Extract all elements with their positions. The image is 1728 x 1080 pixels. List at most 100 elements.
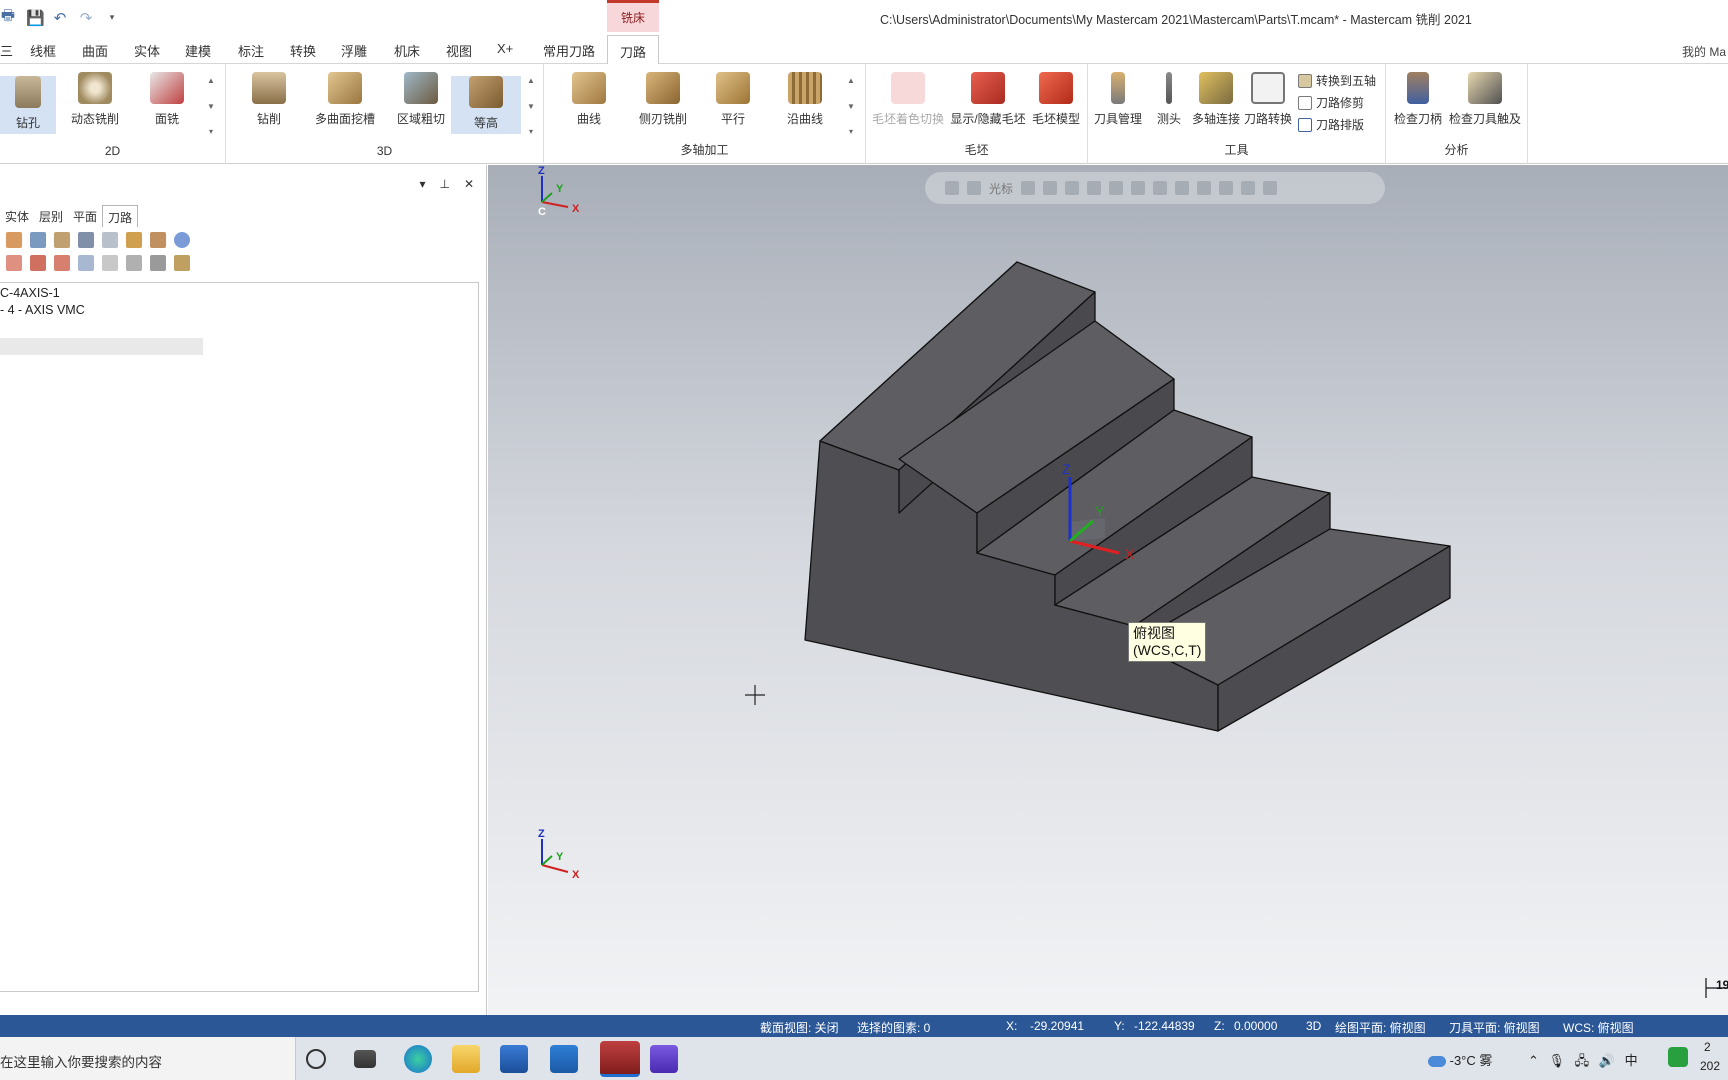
clock-time[interactable]: 2 bbox=[1704, 1040, 1711, 1054]
file-explorer-icon[interactable] bbox=[452, 1045, 480, 1073]
close-icon[interactable]: ✕ bbox=[464, 177, 474, 191]
stock-model-button[interactable]: 毛坯模型 bbox=[1028, 72, 1084, 127]
bottom-gnomon-z-label: Z bbox=[538, 828, 545, 840]
wcs-status[interactable]: WCS: 俯视图 bbox=[1563, 1019, 1634, 1036]
stock-shading-toggle-button[interactable]: 毛坯着色切换 bbox=[870, 72, 946, 127]
redo-icon[interactable]: ↷ bbox=[78, 9, 94, 27]
tab-toolpaths[interactable]: 刀路 bbox=[607, 35, 660, 65]
select-icon[interactable] bbox=[78, 255, 94, 271]
check-tool-reach-button[interactable]: 检查刀具触及 bbox=[1446, 72, 1524, 127]
cplane-status[interactable]: 绘图平面: 俯视图 bbox=[1335, 1019, 1426, 1036]
gallery-2d-scroll[interactable]: ▲ ▼ ▾ bbox=[204, 76, 218, 136]
display-toggle-icon[interactable] bbox=[126, 255, 142, 271]
tplane-status[interactable]: 刀具平面: 俯视图 bbox=[1449, 1019, 1540, 1036]
tab-transform[interactable]: 转换 bbox=[290, 41, 316, 60]
g1-icon[interactable] bbox=[102, 232, 118, 248]
save-icon[interactable]: 💾 bbox=[26, 9, 45, 27]
toolpath-transform-icon bbox=[1251, 72, 1285, 104]
panel-dropdown-icon[interactable]: ▾ bbox=[419, 177, 425, 191]
verify-icon[interactable] bbox=[126, 232, 142, 248]
microphone-icon[interactable]: 🎙 bbox=[1549, 1053, 1566, 1068]
store-icon[interactable] bbox=[500, 1045, 528, 1073]
account-label[interactable]: 我的 Ma bbox=[1682, 43, 1726, 60]
multiaxis-linking-button[interactable]: 多轴连接 bbox=[1188, 72, 1244, 127]
tab-modeling[interactable]: 建模 bbox=[185, 41, 211, 60]
app-s-tray-icon[interactable] bbox=[1668, 1047, 1688, 1067]
tab-relief[interactable]: 浮雕 bbox=[341, 41, 367, 60]
post-icon[interactable] bbox=[150, 232, 166, 248]
pin-icon[interactable]: ⊥ bbox=[439, 177, 449, 191]
tab-xplus[interactable]: X+ bbox=[497, 41, 513, 56]
tab-view[interactable]: 视图 bbox=[446, 41, 472, 60]
top-gnomon-c-label: C bbox=[538, 206, 546, 218]
help-icon[interactable] bbox=[174, 232, 190, 248]
plunge-button[interactable]: 钻削 bbox=[236, 72, 302, 127]
drill-button[interactable]: 钻孔 bbox=[0, 76, 56, 134]
post-toggle-icon[interactable] bbox=[150, 255, 166, 271]
swarf-button[interactable]: 侧刃铣削 bbox=[628, 72, 698, 127]
tab-planes-manager[interactable]: 平面 bbox=[68, 205, 102, 227]
regenerate-dirty-icon[interactable] bbox=[54, 232, 70, 248]
parallel-button[interactable]: 平行 bbox=[700, 72, 766, 127]
convert-to-5axis-button[interactable]: 转换到五轴 bbox=[1298, 72, 1376, 89]
backplot-icon[interactable] bbox=[78, 232, 94, 248]
section-view-status[interactable]: 截面视图: 关闭 bbox=[760, 1019, 839, 1036]
app-launcher-icon[interactable] bbox=[650, 1045, 678, 1073]
select-all-ops-icon[interactable] bbox=[6, 232, 22, 248]
tab-common-toolpaths[interactable]: 常用刀路 bbox=[543, 41, 595, 60]
task-view-icon[interactable] bbox=[354, 1050, 376, 1068]
edge-browser-icon[interactable] bbox=[404, 1045, 432, 1073]
mastercam-taskbar-icon[interactable] bbox=[600, 1041, 640, 1077]
gallery-3d-scroll[interactable]: ▲ ▼ ▾ bbox=[524, 76, 538, 136]
mail-icon[interactable] bbox=[550, 1045, 578, 1073]
curve-button[interactable]: 曲线 bbox=[556, 72, 622, 127]
tab-wireframe[interactable]: 线框 bbox=[30, 41, 56, 60]
along-curve-button[interactable]: 沿曲线 bbox=[772, 72, 838, 127]
toolpath-transform-button[interactable]: 刀路转换 bbox=[1240, 72, 1296, 127]
chevron-up-icon[interactable]: ⌃ bbox=[1528, 1053, 1539, 1068]
move-down-icon[interactable] bbox=[54, 255, 70, 271]
tool-manager-button[interactable]: 刀具管理 bbox=[1088, 72, 1148, 127]
tab-solids-manager[interactable]: 实体 bbox=[0, 205, 34, 227]
print-icon[interactable]: 🖶 bbox=[0, 5, 16, 30]
insert-arrow-icon[interactable] bbox=[30, 255, 46, 271]
probe-button[interactable]: 测头 bbox=[1144, 72, 1194, 127]
nesting-button[interactable]: 刀路排版 bbox=[1298, 116, 1364, 133]
tab-machine[interactable]: 机床 bbox=[394, 41, 420, 60]
lock-icon[interactable] bbox=[102, 255, 118, 271]
tree-selection-highlight bbox=[0, 338, 203, 355]
face-mill-button[interactable]: 面铣 bbox=[134, 72, 200, 127]
graphics-viewport[interactable]: 光标 Z X Y C Z X Y Z X Y 19 俯视图 (WCS,C,T) bbox=[488, 165, 1728, 1015]
area-roughing-button[interactable]: 区域粗切 bbox=[386, 72, 456, 127]
tab-levels-manager[interactable]: 层别 bbox=[34, 205, 68, 227]
volume-icon[interactable]: 🔊 bbox=[1599, 1053, 1615, 1068]
waterline-button[interactable]: 等高 bbox=[451, 76, 521, 134]
multi-surface-pocket-button[interactable]: 多曲面挖槽 bbox=[308, 72, 382, 127]
machine-group-item[interactable]: C-4AXIS-1 bbox=[0, 286, 60, 300]
trim-toolpath-button[interactable]: 刀路修剪 bbox=[1298, 94, 1364, 111]
ime-indicator[interactable]: 中 bbox=[1625, 1053, 1638, 1068]
show-hide-stock-button[interactable]: 显示/隐藏毛坯 bbox=[948, 72, 1028, 127]
dynamic-mill-button[interactable]: 动态铣削 bbox=[60, 72, 130, 127]
cortana-icon[interactable] bbox=[306, 1049, 326, 1069]
weather-icon[interactable] bbox=[1428, 1056, 1446, 1068]
gallery-multiaxis-scroll[interactable]: ▲ ▼ ▾ bbox=[844, 76, 858, 136]
tab-file[interactable]: 三 bbox=[0, 41, 13, 60]
taskbar-search-box[interactable]: 在这里输入你要搜索的内容 bbox=[0, 1037, 296, 1080]
ops-filter-icon[interactable] bbox=[174, 255, 190, 271]
move-up-icon[interactable] bbox=[6, 255, 22, 271]
tab-surfaces[interactable]: 曲面 bbox=[82, 41, 108, 60]
qat-dropdown-icon[interactable]: ▾ bbox=[104, 12, 120, 23]
z-coord-value[interactable]: 0.00000 bbox=[1234, 1019, 1277, 1033]
undo-icon[interactable]: ↶ bbox=[52, 9, 68, 27]
tab-dimensions[interactable]: 标注 bbox=[238, 41, 264, 60]
weather-text[interactable]: -3°C 雾 bbox=[1450, 1053, 1493, 1068]
tab-solids[interactable]: 实体 bbox=[134, 41, 160, 60]
check-holder-button[interactable]: 检查刀柄 bbox=[1390, 72, 1446, 127]
regenerate-icon[interactable] bbox=[30, 232, 46, 248]
tab-toolpaths-manager[interactable]: 刀路 bbox=[102, 205, 139, 227]
clock-date[interactable]: 202 bbox=[1700, 1059, 1720, 1073]
machine-definition-item[interactable]: - 4 - AXIS VMC bbox=[0, 303, 85, 317]
view-mode-status[interactable]: 3D bbox=[1306, 1019, 1321, 1033]
network-icon[interactable]: 🖧 bbox=[1575, 1053, 1590, 1068]
